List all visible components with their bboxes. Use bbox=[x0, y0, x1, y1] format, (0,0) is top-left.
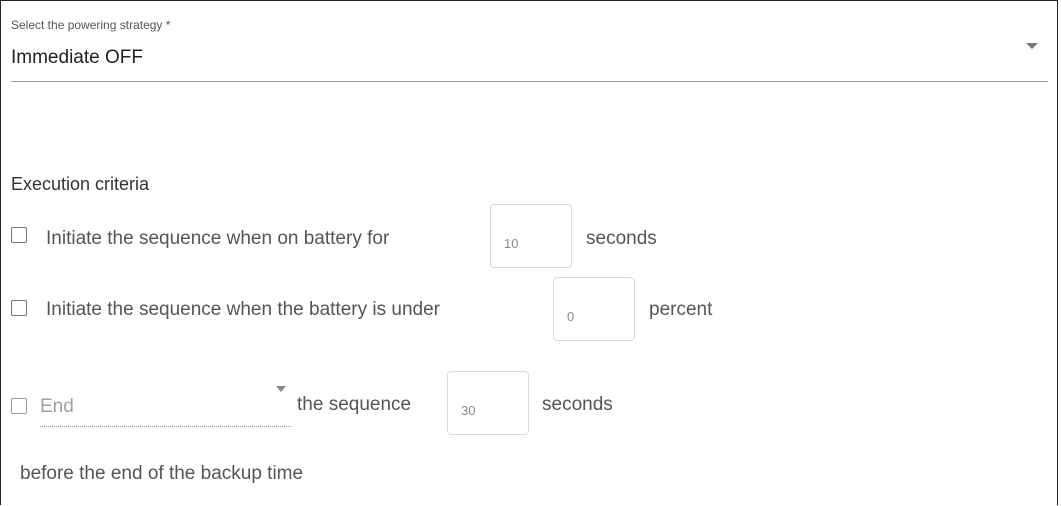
end-select-value: End bbox=[40, 396, 74, 417]
battery-level-unit: percent bbox=[649, 299, 713, 320]
battery-time-input[interactable]: 10 bbox=[490, 204, 572, 268]
end-sequence-checkbox[interactable] bbox=[11, 398, 27, 414]
section-title: Execution criteria bbox=[11, 174, 150, 194]
end-sequence-unit: seconds bbox=[542, 394, 613, 415]
battery-time-text: Initiate the sequence when on battery fo… bbox=[46, 228, 390, 249]
end-sequence-value: 30 bbox=[461, 403, 476, 418]
battery-level-text: Initiate the sequence when the battery i… bbox=[46, 299, 440, 320]
end-sequence-text: the sequence bbox=[297, 394, 412, 415]
battery-time-unit: seconds bbox=[586, 228, 657, 249]
end-sequence-suffix: before the end of the backup time bbox=[20, 463, 304, 484]
caret-down-icon[interactable] bbox=[1026, 43, 1038, 49]
strategy-label: Select the powering strategy * bbox=[11, 18, 171, 32]
end-select-underline bbox=[40, 426, 291, 427]
strategy-underline bbox=[11, 81, 1048, 82]
end-select[interactable]: End bbox=[40, 386, 291, 428]
caret-down-icon[interactable] bbox=[276, 386, 286, 392]
battery-level-input[interactable]: 0 bbox=[553, 277, 635, 341]
battery-level-value: 0 bbox=[567, 309, 575, 324]
battery-time-value: 10 bbox=[504, 236, 519, 251]
battery-level-checkbox[interactable] bbox=[11, 300, 27, 316]
strategy-select[interactable]: Immediate OFF bbox=[11, 47, 143, 69]
end-sequence-input[interactable]: 30 bbox=[447, 371, 529, 435]
battery-time-checkbox[interactable] bbox=[11, 227, 27, 243]
